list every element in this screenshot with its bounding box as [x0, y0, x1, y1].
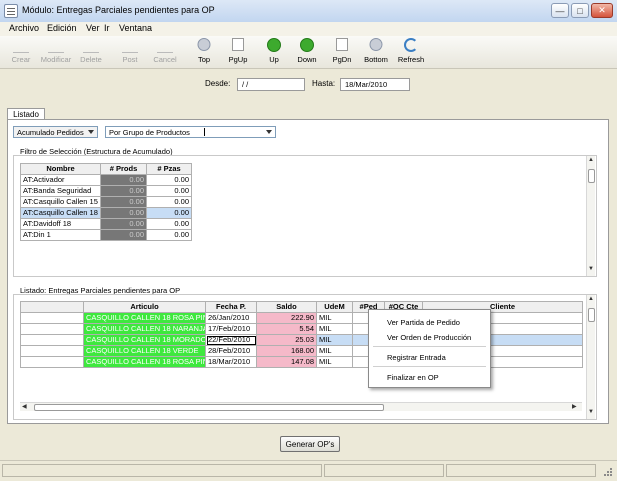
ctx-registrar-entrada[interactable]: Registrar Entrada — [387, 353, 446, 362]
list-horizontal-scrollbar[interactable]: ◀ ▶ — [20, 402, 582, 411]
scroll-up-icon[interactable]: ▲ — [588, 296, 594, 302]
menu-ir[interactable]: Ir — [104, 23, 110, 33]
bottom-icon — [369, 38, 383, 51]
toolbar: Crear Modificar Delete Post Cancel Top P… — [0, 36, 617, 69]
down-arrow-icon — [300, 38, 314, 52]
text-caret — [204, 128, 205, 136]
grupo-productos-select[interactable]: Por Grupo de Productos — [105, 126, 276, 138]
menu-ventana[interactable]: Ventana — [119, 23, 152, 33]
close-icon: ✕ — [598, 5, 606, 15]
delete-icon — [83, 38, 99, 53]
hasta-label: Hasta: — [312, 79, 336, 88]
ctx-ver-partida-pedido[interactable]: Ver Partida de Pedido — [387, 318, 460, 327]
menu-divider — [373, 346, 486, 347]
up-button[interactable]: Up — [262, 36, 286, 68]
list-vertical-scrollbar[interactable]: ▲ ▼ — [586, 295, 595, 419]
scroll-thumb[interactable] — [34, 404, 384, 411]
top-icon — [197, 38, 211, 51]
status-panel — [324, 464, 444, 477]
menu-edicion[interactable]: Edición — [47, 23, 77, 33]
scroll-thumb[interactable] — [588, 308, 595, 322]
table-row[interactable]: AT:Activador 0.00 0.00 — [20, 174, 192, 186]
table-row[interactable]: CASQUILLO CALLEN 18 VERDE 28/Feb/2010 16… — [20, 345, 583, 357]
table-row[interactable]: CASQUILLO CALLEN 18 MORADO 22/Feb/2010 2… — [20, 334, 583, 346]
post-button[interactable]: Post — [116, 36, 144, 68]
close-button[interactable]: ✕ — [591, 3, 613, 18]
table-row[interactable]: AT:Banda Seguridad 0.00 0.00 — [20, 185, 192, 197]
scroll-up-icon[interactable]: ▲ — [588, 157, 594, 163]
table-row[interactable]: CASQUILLO CALLEN 18 ROSA PINK 18/Mar/201… — [20, 356, 583, 368]
tipo-acumulado-select[interactable]: Acumulado Pedidos — [13, 126, 98, 138]
filter-table: Nombre # Prods # Pzas AT:Activador 0.00 0.… — [20, 163, 192, 241]
cancel-button[interactable]: Cancel — [150, 36, 180, 68]
column-header[interactable]: Nombre — [20, 163, 101, 175]
menu-ver[interactable]: Ver — [86, 23, 100, 33]
scroll-down-icon[interactable]: ▼ — [588, 266, 594, 272]
up-arrow-icon — [267, 38, 281, 52]
modificar-button[interactable]: Modificar — [38, 36, 74, 68]
scroll-thumb[interactable] — [588, 169, 595, 183]
menu-bar: Archivo Edición Ver Ir Ventana — [0, 22, 617, 37]
chevron-down-icon — [88, 130, 94, 134]
minimize-button[interactable]: — — [551, 3, 569, 18]
column-header[interactable]: UdeM — [316, 301, 353, 313]
table-row[interactable]: CASQUILLO CALLEN 18 ROSA PINK 26/Jan/201… — [20, 312, 583, 324]
scroll-left-icon[interactable]: ◀ — [22, 403, 27, 410]
refresh-icon — [404, 38, 418, 52]
down-button[interactable]: Down — [294, 36, 320, 68]
pgdn-button[interactable]: PgDn — [330, 36, 354, 68]
cancel-icon — [157, 38, 173, 53]
column-header[interactable]: Fecha P. — [205, 301, 257, 313]
table-row[interactable]: AT:Casquillo Callen 18 0.00 0.00 — [20, 207, 192, 219]
top-button[interactable]: Top — [192, 36, 216, 68]
table-row[interactable]: AT:Casquillo Callen 15 0.00 0.00 — [20, 196, 192, 208]
minimize-icon: — — [555, 5, 565, 16]
refresh-button[interactable]: Refresh — [396, 36, 426, 68]
ctx-ver-orden-produccion[interactable]: Ver Orden de Producción — [387, 333, 471, 342]
chevron-down-icon — [266, 130, 272, 134]
maximize-button[interactable]: □ — [571, 3, 589, 18]
hasta-input[interactable]: 18/Mar/2010 — [340, 78, 410, 91]
app-icon — [4, 4, 18, 18]
crear-icon — [13, 38, 29, 53]
desde-label: Desde: — [205, 79, 231, 88]
table-row[interactable]: AT:Davidoff 18 0.00 0.00 — [20, 218, 192, 230]
scroll-right-icon[interactable]: ▶ — [572, 403, 577, 410]
context-menu: Ver Partida de Pedido Ver Orden de Produ… — [368, 309, 491, 388]
table-row[interactable]: AT:Din 1 0.00 0.00 — [20, 229, 192, 241]
column-header[interactable]: # Prods — [100, 163, 147, 175]
menu-divider — [373, 366, 486, 367]
desde-input[interactable]: / / — [237, 78, 305, 91]
modificar-icon — [48, 38, 64, 53]
status-panel — [446, 464, 596, 477]
maximize-icon: □ — [577, 5, 583, 16]
resize-grip-icon[interactable] — [603, 467, 613, 477]
post-icon — [122, 38, 138, 53]
page-down-icon — [336, 38, 348, 51]
crear-button[interactable]: Crear — [6, 36, 36, 68]
status-panel — [2, 464, 322, 477]
generar-ops-button[interactable]: Generar OP's — [280, 436, 340, 452]
title-bar: Módulo: Entregas Parciales pendientes pa… — [0, 0, 617, 23]
status-bar — [0, 460, 617, 481]
page-up-icon — [232, 38, 244, 51]
column-header[interactable]: Articulo — [83, 301, 206, 313]
bottom-button[interactable]: Bottom — [362, 36, 390, 68]
menu-archivo[interactable]: Archivo — [9, 23, 39, 33]
row-header-column — [20, 301, 84, 313]
column-header[interactable]: Saldo — [256, 301, 317, 313]
pgup-button[interactable]: PgUp — [226, 36, 250, 68]
filter-vertical-scrollbar[interactable]: ▲ ▼ — [586, 156, 595, 276]
window-title: Módulo: Entregas Parciales pendientes pa… — [22, 5, 215, 15]
list-table: Articulo Fecha P. Saldo UdeM #Ped #OC Ct… — [20, 301, 583, 368]
column-header[interactable]: # Pzas — [146, 163, 192, 175]
table-row[interactable]: CASQUILLO CALLEN 18 NARANJA 17/Feb/2010 … — [20, 323, 583, 335]
scroll-down-icon[interactable]: ▼ — [588, 409, 594, 415]
ctx-finalizar-op[interactable]: Finalizar en OP — [387, 373, 439, 382]
delete-button[interactable]: Delete — [76, 36, 106, 68]
